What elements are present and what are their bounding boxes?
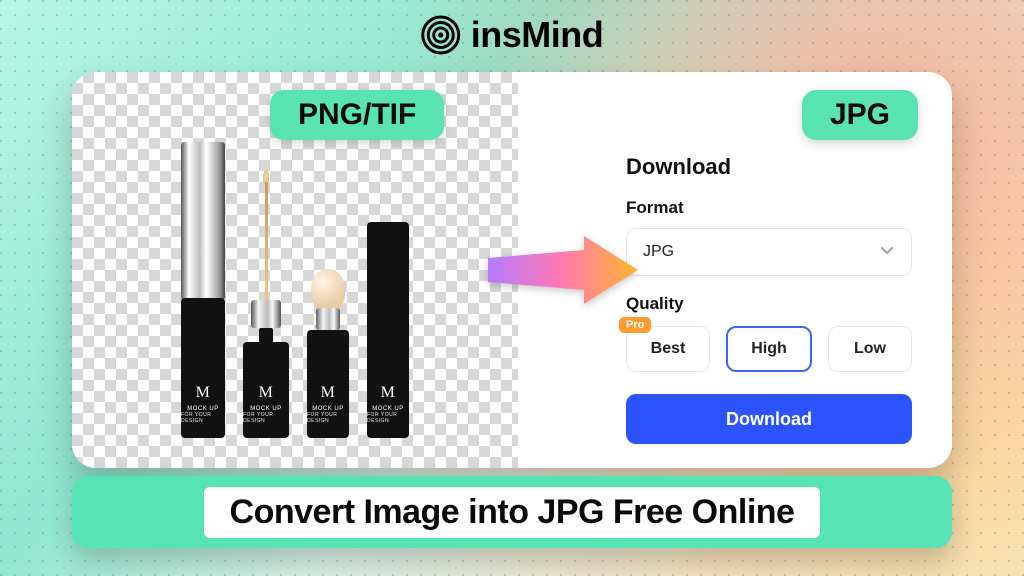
- chevron-down-icon: [879, 242, 895, 263]
- product-brand-letter: M: [381, 384, 396, 402]
- quality-option-best[interactable]: Pro Best: [626, 326, 710, 372]
- product-brand-letter: M: [259, 384, 274, 402]
- source-format-badge: PNG/TIF: [270, 90, 444, 140]
- quality-option-label: Low: [854, 340, 886, 358]
- neck: [259, 328, 273, 342]
- pro-badge: Pro: [619, 317, 651, 333]
- tagline-banner: Convert Image into JPG Free Online: [72, 476, 952, 548]
- product-brand-letter: M: [196, 384, 211, 402]
- quality-label: Quality: [626, 294, 912, 314]
- product-lipstick-closed: M MOCK UP FOR YOUR DESIGN: [367, 222, 409, 438]
- format-value: JPG: [643, 243, 674, 261]
- product-concealer: M MOCK UP FOR YOUR DESIGN: [307, 269, 349, 438]
- silver-collar: [251, 300, 281, 328]
- product-brand-letter: M: [321, 384, 336, 402]
- product-brand-line2: FOR YOUR DESIGN: [181, 412, 225, 424]
- promo-canvas: insMind M MOCK UP FOR YOUR DESIGN: [0, 0, 1024, 576]
- main-card: M MOCK UP FOR YOUR DESIGN M MOCK UP FOR …: [72, 72, 952, 468]
- quality-option-label: Best: [651, 340, 686, 358]
- quality-options: Pro Best High Low: [626, 326, 912, 372]
- product-brand-line2: FOR YOUR DESIGN: [243, 412, 289, 424]
- silver-cap: [181, 142, 225, 300]
- format-select[interactable]: JPG: [626, 228, 912, 276]
- tagline-text: Convert Image into JPG Free Online: [204, 487, 821, 538]
- format-label: Format: [626, 198, 912, 218]
- quality-option-high[interactable]: High: [726, 326, 812, 372]
- download-button[interactable]: Download: [626, 394, 912, 444]
- brand-lockup: insMind: [421, 14, 603, 56]
- panel-title: Download: [626, 154, 912, 180]
- product-mockups: M MOCK UP FOR YOUR DESIGN M MOCK UP FOR …: [72, 118, 518, 438]
- product-eyeliner: M MOCK UP FOR YOUR DESIGN: [243, 170, 289, 438]
- sponge-tip: [311, 269, 345, 311]
- quality-option-low[interactable]: Low: [828, 326, 912, 372]
- wand: [265, 182, 268, 302]
- silver-ferrule: [316, 308, 340, 330]
- product-brand-line2: FOR YOUR DESIGN: [307, 412, 349, 424]
- quality-option-label: High: [751, 340, 787, 358]
- brand-logo-icon: [421, 15, 461, 55]
- product-mascara: M MOCK UP FOR YOUR DESIGN: [181, 142, 225, 438]
- brand-name: insMind: [471, 14, 603, 56]
- download-panel: Download Format JPG Quality Pro Best Hig…: [518, 72, 952, 468]
- product-brand-line2: FOR YOUR DESIGN: [367, 412, 409, 424]
